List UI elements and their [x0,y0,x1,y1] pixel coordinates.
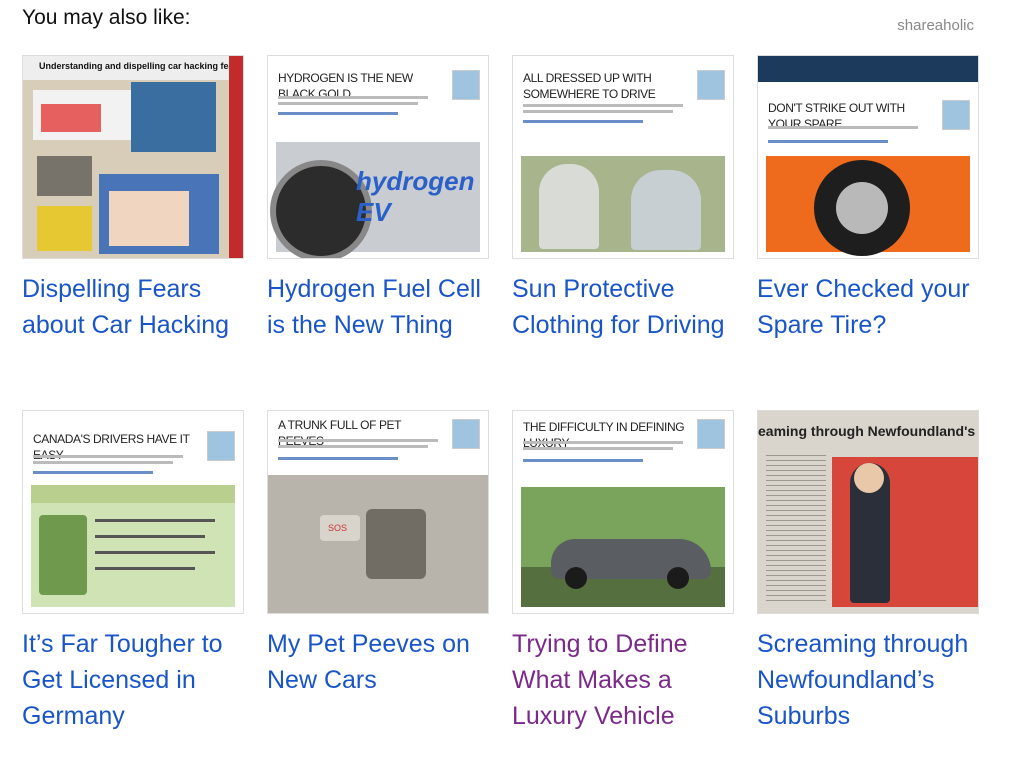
post-title-link[interactable]: Hydrogen Fuel Cell is the New Thing [267,271,489,343]
related-post-card: eaming through Newfoundland's subur Scre… [757,410,979,734]
post-title-link[interactable]: My Pet Peeves on New Cars [267,626,489,698]
author-avatar [697,419,725,449]
author-avatar [452,419,480,449]
related-post-card: A TRUNK FULL OF PET PEEVES SOS My Pet Pe… [267,410,489,698]
post-title-link[interactable]: Screaming through Newfoundland’s Suburbs [757,626,979,734]
post-thumbnail[interactable]: HYDROGEN IS THE NEW BLACK GOLD hydrogen … [267,55,489,259]
author-avatar [207,431,235,461]
thumb-headline: Understanding and dispelling car hacking… [39,61,243,71]
post-thumbnail[interactable]: Understanding and dispelling car hacking… [22,55,244,259]
related-post-card: Understanding and dispelling car hacking… [22,55,244,343]
related-post-card: ALL DRESSED UP WITH SOMEWHERE TO DRIVE S… [512,55,734,343]
author-avatar [697,70,725,100]
post-title-link[interactable]: Trying to Define What Makes a Luxury Veh… [512,626,734,734]
post-thumbnail[interactable]: CANADA'S DRIVERS HAVE IT EASY [22,410,244,614]
post-title-link[interactable]: Sun Protective Clothing for Driving [512,271,734,343]
related-post-card: THE DIFFICULTY IN DEFINING LUXURY Trying… [512,410,734,734]
post-thumbnail[interactable]: THE DIFFICULTY IN DEFINING LUXURY [512,410,734,614]
related-post-card: CANADA'S DRIVERS HAVE IT EASY It’s Far T… [22,410,244,734]
related-post-card: HYDROGEN IS THE NEW BLACK GOLD hydrogen … [267,55,489,343]
thumb-headline: eaming through Newfoundland's subur [758,423,978,439]
post-thumbnail[interactable]: eaming through Newfoundland's subur [757,410,979,614]
author-avatar [942,100,970,130]
post-thumbnail[interactable]: ALL DRESSED UP WITH SOMEWHERE TO DRIVE [512,55,734,259]
thumb-headline: CANADA'S DRIVERS HAVE IT EASY [33,432,190,462]
post-thumbnail[interactable]: DON'T STRIKE OUT WITH YOUR SPARE [757,55,979,259]
shareaholic-logo[interactable]: shareaholic [897,17,974,34]
post-title-link[interactable]: Dispelling Fears about Car Hacking [22,271,244,343]
thumb-headline: ALL DRESSED UP WITH SOMEWHERE TO DRIVE [523,71,656,101]
section-heading: You may also like: [22,6,191,29]
post-title-link[interactable]: It’s Far Tougher to Get Licensed in Germ… [22,626,244,734]
post-title-link[interactable]: Ever Checked your Spare Tire? [757,271,979,343]
related-post-card: DON'T STRIKE OUT WITH YOUR SPARE Ever Ch… [757,55,979,343]
author-avatar [452,70,480,100]
post-thumbnail[interactable]: A TRUNK FULL OF PET PEEVES SOS [267,410,489,614]
